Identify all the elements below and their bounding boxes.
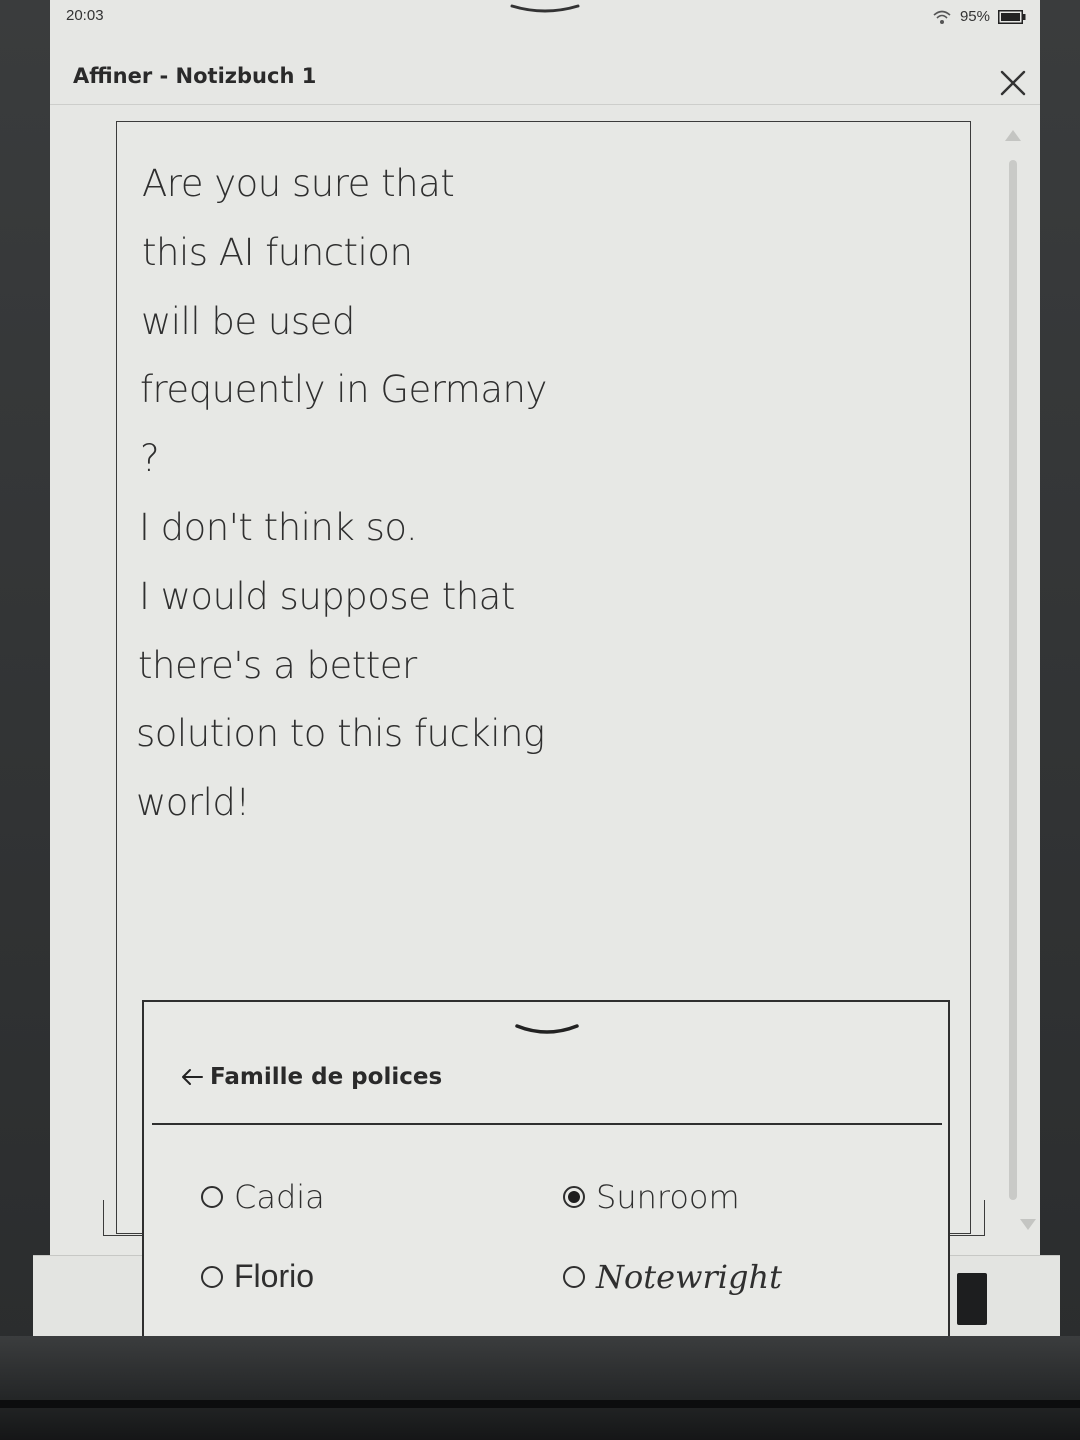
scroll-up-icon[interactable] [1004,128,1022,142]
status-time: 20:03 [66,7,104,24]
note-line: Are you sure that [142,162,455,205]
note-line: world! [136,781,250,825]
chevron-down-icon[interactable] [514,1022,580,1038]
note-line: solution to this fucking [136,712,545,756]
font-option-label: Notewright [596,1258,782,1296]
font-option-label: Sunroom [596,1178,740,1216]
status-indicators: 95% [932,8,1026,25]
note-line: this AI function [142,230,413,274]
note-line: frequently in Germany [140,368,547,412]
font-option-florio[interactable]: Florio [200,1258,314,1295]
battery-percent: 95% [959,8,990,25]
scrollbar[interactable] [1009,160,1017,1200]
battery-icon [998,9,1026,24]
wifi-icon [933,10,951,24]
radio-unchecked-icon[interactable] [200,1185,224,1209]
radio-checked-icon[interactable] [562,1185,586,1209]
page-title: Affiner - Notizbuch 1 [73,64,317,88]
chevron-down-icon[interactable] [510,2,580,18]
scroll-down-icon[interactable] [1019,1218,1037,1232]
font-option-notewright[interactable]: Notewright [562,1258,782,1296]
font-family-sheet: Famille de polices Cadia Sunroom Florio … [142,1000,950,1340]
device-bottom-bezel [0,1336,1080,1440]
note-line: ? [140,437,160,481]
back-button[interactable]: Famille de polices [180,1064,442,1090]
divider [152,1123,942,1125]
note-line: I would suppose that [139,574,515,618]
header: Affiner - Notizbuch 1 [50,56,1040,105]
font-option-sunroom[interactable]: Sunroom [562,1178,740,1216]
note-text[interactable]: Are you sure that this AI function will … [136,150,547,838]
radio-unchecked-icon[interactable] [562,1265,586,1289]
note-line: I don't think so. [139,505,418,549]
font-option-cadia[interactable]: Cadia [200,1178,325,1216]
font-option-label: Florio [234,1258,315,1294]
font-option-label: Cadia [234,1178,325,1216]
sheet-title: Famille de polices [210,1064,443,1090]
note-line: there's a better [138,643,417,687]
radio-unchecked-icon[interactable] [200,1265,224,1289]
partial-action-button[interactable] [957,1273,987,1325]
device-edge [0,1400,1080,1408]
note-line: will be used [141,299,355,343]
back-arrow-icon [182,1069,203,1085]
close-icon[interactable] [998,68,1028,98]
